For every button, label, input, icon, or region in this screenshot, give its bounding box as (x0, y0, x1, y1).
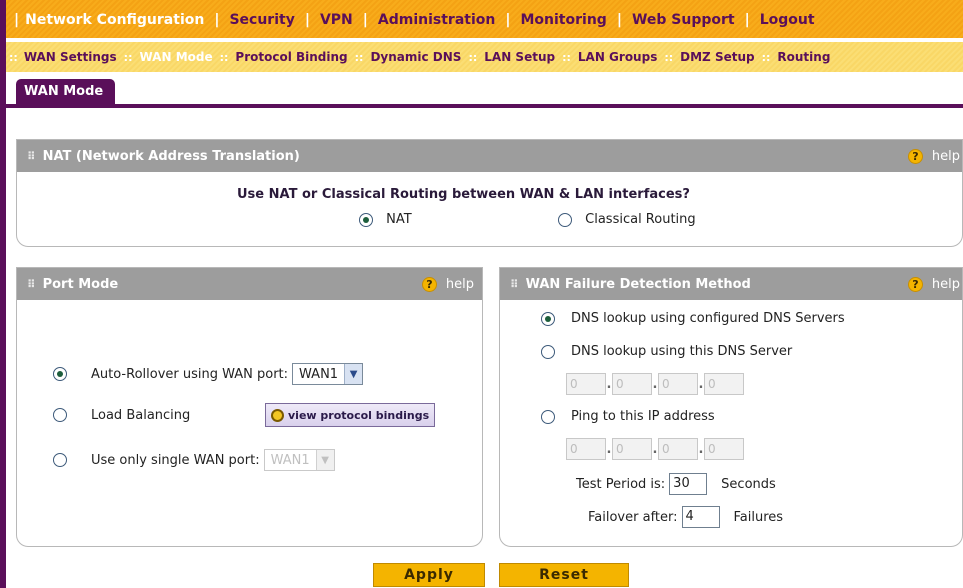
top-menu: | Network Configuration | Security | VPN | A… (6, 0, 963, 40)
chevron-down-icon: ▼ (315, 450, 334, 470)
submenu-protocol-binding[interactable]: :: Protocol Binding (213, 50, 348, 64)
sub-menu: :: WAN Settings :: WAN Mode :: Protocol Bin… (6, 42, 963, 72)
submenu-wan-settings[interactable]: :: WAN Settings (6, 50, 117, 64)
help-label: help (445, 276, 474, 292)
load-balancing-label: Load Balancing (91, 407, 191, 423)
test-period-input[interactable]: 30 (669, 473, 708, 495)
help-label: help (931, 148, 960, 164)
menu-vpn[interactable]: | VPN (295, 12, 353, 28)
dns-ip-octet-1[interactable]: 0 (566, 373, 606, 395)
port-mode-panel-header: ⠿ Port Mode ? help (17, 268, 482, 300)
nat-help-link[interactable]: ? help (907, 140, 960, 172)
radio-dns-this[interactable] (541, 344, 555, 359)
grip-icon: ⠿ (27, 149, 36, 163)
help-label: help (931, 276, 960, 292)
help-icon: ? (421, 276, 437, 292)
reset-button[interactable]: Reset (499, 563, 629, 587)
submenu-dynamic-dns[interactable]: :: Dynamic DNS (348, 50, 462, 64)
menu-monitoring[interactable]: | Monitoring (495, 12, 606, 28)
menu-administration[interactable]: | Administration (353, 12, 496, 28)
submenu-lan-setup[interactable]: :: LAN Setup (461, 50, 555, 64)
auto-rollover-row: Auto-Rollover using WAN port: WAN1 ▼ (53, 363, 364, 385)
page-frame-left (0, 0, 6, 588)
auto-rollover-label: Auto-Rollover using WAN port: (91, 366, 289, 382)
submenu-wan-mode[interactable]: :: WAN Mode (117, 50, 213, 64)
menu-security[interactable]: | Security (204, 12, 295, 28)
wan-failure-panel-title: WAN Failure Detection Method (525, 276, 751, 292)
menu-network-configuration[interactable]: | Network Configuration (6, 12, 204, 28)
dns-server-ip-fields: 0.0.0.0 (566, 373, 744, 395)
wan-failure-panel: ⠿ WAN Failure Detection Method ? help DN… (499, 267, 963, 547)
ping-ip-octet-4[interactable]: 0 (704, 438, 744, 460)
chevron-down-icon: ▼ (344, 364, 363, 384)
submenu-routing[interactable]: :: Routing (755, 50, 831, 64)
radio-classical-routing-row[interactable]: Classical Routing (558, 212, 696, 227)
radio-auto-rollover[interactable] (53, 367, 67, 381)
failover-label: Failover after: (588, 509, 678, 525)
ping-ip-octet-1[interactable]: 0 (566, 438, 606, 460)
menu-web-support[interactable]: | Web Support (607, 12, 735, 28)
nat-panel-title: NAT (Network Address Translation) (42, 148, 300, 164)
failover-input[interactable]: 4 (681, 506, 720, 528)
ping-ip-fields: 0.0.0.0 (566, 438, 744, 460)
ping-row: Ping to this IP address (541, 409, 715, 424)
help-icon: ? (907, 148, 923, 164)
menu-logout[interactable]: | Logout (735, 12, 815, 28)
dns-this-row: DNS lookup using this DNS Server (541, 344, 792, 359)
nat-question: Use NAT or Classical Routing between WAN… (237, 187, 690, 202)
grip-icon: ⠿ (27, 277, 36, 291)
dns-ip-octet-3[interactable]: 0 (658, 373, 698, 395)
radio-classical-routing[interactable] (558, 212, 572, 227)
load-balancing-row: Load Balancing view protocol bindings (53, 403, 436, 427)
radio-load-balancing[interactable] (53, 408, 67, 422)
dns-configured-row: DNS lookup using configured DNS Servers (541, 311, 845, 326)
submenu-dmz-setup[interactable]: :: DMZ Setup (657, 50, 754, 64)
radio-nat[interactable] (359, 212, 373, 227)
radio-nat-label: NAT (386, 212, 412, 227)
failover-unit: Failures (733, 509, 784, 525)
nat-panel: ⠿ NAT (Network Address Translation) ? he… (16, 139, 963, 247)
tab-wan-mode[interactable]: WAN Mode (16, 79, 115, 105)
test-period-unit: Seconds (721, 476, 776, 492)
single-wan-row: Use only single WAN port: WAN1 ▼ (53, 449, 335, 471)
failover-row: Failover after: 4 Failures (588, 506, 783, 528)
ping-ip-octet-2[interactable]: 0 (612, 438, 652, 460)
ping-label: Ping to this IP address (571, 409, 715, 424)
test-period-label: Test Period is: (576, 476, 666, 492)
dns-this-label: DNS lookup using this DNS Server (571, 344, 793, 359)
radio-single-wan[interactable] (53, 453, 67, 467)
dns-configured-label: DNS lookup using configured DNS Servers (571, 311, 845, 326)
wan-failure-panel-header: ⠿ WAN Failure Detection Method ? help (500, 268, 962, 300)
apply-button[interactable]: Apply (373, 563, 485, 587)
view-protocol-bindings-button[interactable]: view protocol bindings (265, 403, 436, 427)
ping-ip-octet-3[interactable]: 0 (658, 438, 698, 460)
wan-failure-help-link[interactable]: ? help (907, 268, 960, 300)
radio-classical-routing-label: Classical Routing (585, 212, 696, 227)
auto-rollover-wan-select[interactable]: WAN1 ▼ (292, 363, 364, 385)
radio-nat-row[interactable]: NAT (359, 212, 412, 227)
single-wan-label: Use only single WAN port: (91, 452, 260, 468)
nat-panel-header: ⠿ NAT (Network Address Translation) ? he… (17, 140, 962, 172)
submenu-lan-groups[interactable]: :: LAN Groups (555, 50, 657, 64)
radio-ping[interactable] (541, 409, 555, 424)
port-mode-help-link[interactable]: ? help (421, 268, 474, 300)
magnifier-icon (271, 408, 284, 422)
dns-ip-octet-2[interactable]: 0 (612, 373, 652, 395)
port-mode-panel-title: Port Mode (42, 276, 119, 292)
grip-icon: ⠿ (510, 277, 519, 291)
dns-ip-octet-4[interactable]: 0 (704, 373, 744, 395)
port-mode-panel: ⠿ Port Mode ? help Auto-Rollover using W… (16, 267, 483, 547)
single-wan-select: WAN1 ▼ (263, 449, 335, 471)
test-period-row: Test Period is: 30 Seconds (576, 473, 776, 495)
tab-underline (6, 104, 963, 108)
help-icon: ? (907, 276, 923, 292)
radio-dns-configured[interactable] (541, 311, 555, 326)
